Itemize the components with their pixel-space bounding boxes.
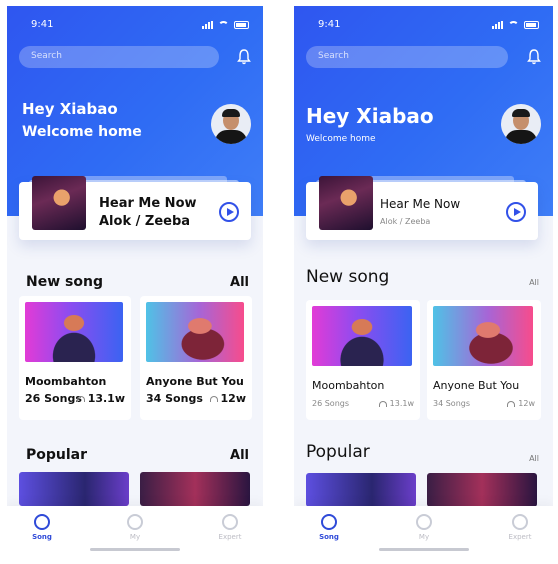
headphones-icon bbox=[507, 400, 516, 407]
tab-label: Expert bbox=[508, 533, 532, 541]
song-name: Moombahton bbox=[25, 375, 107, 388]
home-indicator bbox=[378, 548, 469, 551]
tab-expert[interactable]: Expert bbox=[200, 514, 260, 541]
popular-item[interactable] bbox=[140, 472, 250, 506]
tab-bar: Song My Expert bbox=[7, 506, 263, 558]
tab-label: My bbox=[418, 533, 430, 541]
now-playing-artist: Alok / Zeeba bbox=[380, 217, 431, 226]
tab-song[interactable]: Song bbox=[12, 514, 72, 541]
status-bar: 9:41 bbox=[318, 19, 539, 33]
greeting-title: Hey Xiabao bbox=[22, 100, 118, 118]
search-input[interactable]: Search bbox=[19, 46, 219, 68]
album-cover bbox=[319, 176, 373, 230]
album-cover bbox=[32, 176, 86, 230]
search-input[interactable]: Search bbox=[306, 46, 508, 68]
status-time: 9:41 bbox=[31, 19, 54, 30]
play-count: 13.1w bbox=[389, 399, 414, 408]
tab-label: Expert bbox=[218, 533, 242, 541]
song-card[interactable]: Moombahton 26 Songs 13.1w bbox=[19, 296, 131, 420]
popular-item[interactable] bbox=[427, 473, 537, 507]
person-icon bbox=[127, 514, 143, 530]
song-count: 34 Songs bbox=[433, 399, 471, 408]
song-cover-image bbox=[433, 306, 533, 366]
greeting-subtitle: Welcome home bbox=[306, 134, 376, 144]
greeting-subtitle: Welcome home bbox=[22, 124, 142, 140]
song-card[interactable]: Anyone But You 34 Songs 12w bbox=[140, 296, 252, 420]
headphones-icon bbox=[76, 396, 85, 402]
song-name: Anyone But You bbox=[146, 375, 244, 388]
popular-item[interactable] bbox=[306, 473, 416, 507]
tab-song[interactable]: Song bbox=[299, 514, 359, 541]
play-count: 12w bbox=[220, 392, 246, 405]
wifi-icon bbox=[218, 21, 229, 29]
status-icons bbox=[492, 21, 539, 29]
tab-bar: Song My Expert bbox=[294, 506, 553, 558]
tab-my[interactable]: My bbox=[394, 514, 454, 541]
status-bar: 9:41 bbox=[31, 19, 249, 33]
home-indicator bbox=[90, 548, 180, 551]
play-icon[interactable] bbox=[506, 202, 526, 222]
play-icon[interactable] bbox=[219, 202, 239, 222]
greeting-title: Hey Xiabao bbox=[306, 104, 434, 128]
song-count: 34 Songs bbox=[146, 392, 203, 405]
tab-expert[interactable]: Expert bbox=[490, 514, 550, 541]
song-name: Anyone But You bbox=[433, 379, 520, 392]
tab-label: Song bbox=[32, 533, 52, 541]
section-title-new-song: New song bbox=[306, 267, 390, 287]
tab-label: My bbox=[129, 533, 141, 541]
new-song-all-link[interactable]: All bbox=[230, 275, 249, 290]
person-icon bbox=[416, 514, 432, 530]
new-song-all-link[interactable]: All bbox=[529, 278, 539, 287]
music-note-icon bbox=[34, 514, 50, 530]
popular-all-link[interactable]: All bbox=[529, 454, 539, 463]
tab-my[interactable]: My bbox=[105, 514, 165, 541]
now-playing-title: Hear Me Now bbox=[380, 197, 461, 211]
section-title-popular: Popular bbox=[306, 442, 370, 462]
now-playing-card[interactable]: Hear Me Now Alok / Zeeba bbox=[306, 176, 538, 240]
section-title-popular: Popular bbox=[26, 447, 88, 463]
popular-all-link[interactable]: All bbox=[230, 448, 249, 463]
now-playing-artist: Alok / Zeeba bbox=[99, 214, 191, 229]
song-card[interactable]: Moombahton 26 Songs 13.1w bbox=[306, 300, 420, 420]
expert-icon bbox=[222, 514, 238, 530]
now-playing-card[interactable]: Hear Me Now Alok / Zeeba bbox=[19, 176, 251, 240]
expert-icon bbox=[512, 514, 528, 530]
status-icons bbox=[202, 21, 249, 29]
song-cover-image bbox=[146, 302, 244, 362]
play-count: 12w bbox=[518, 399, 535, 408]
avatar[interactable] bbox=[501, 104, 541, 144]
headphones-icon bbox=[209, 396, 218, 402]
song-card[interactable]: Anyone But You 34 Songs 12w bbox=[427, 300, 541, 420]
song-cover-image bbox=[312, 306, 412, 366]
avatar[interactable] bbox=[211, 104, 251, 144]
bell-icon[interactable] bbox=[237, 49, 251, 65]
headphones-icon bbox=[378, 400, 387, 407]
phone-screen-left: 9:41 Search Hey Xiabao Welcome home Hear… bbox=[7, 6, 263, 558]
song-count: 26 Songs bbox=[25, 392, 82, 405]
music-note-icon bbox=[321, 514, 337, 530]
battery-icon bbox=[524, 21, 539, 29]
song-cover-image bbox=[25, 302, 123, 362]
signal-icon bbox=[202, 21, 213, 29]
section-title-new-song: New song bbox=[26, 274, 103, 290]
signal-icon bbox=[492, 21, 503, 29]
song-name: Moombahton bbox=[312, 379, 385, 392]
play-count: 13.1w bbox=[87, 392, 125, 405]
battery-icon bbox=[234, 21, 249, 29]
tab-label: Song bbox=[319, 533, 339, 541]
status-time: 9:41 bbox=[318, 19, 341, 30]
song-count: 26 Songs bbox=[312, 399, 350, 408]
wifi-icon bbox=[508, 21, 519, 29]
bell-icon[interactable] bbox=[527, 49, 541, 65]
phone-screen-right: 9:41 Search Hey Xiabao Welcome home Hear… bbox=[294, 6, 553, 558]
popular-item[interactable] bbox=[19, 472, 129, 506]
now-playing-title: Hear Me Now bbox=[99, 196, 197, 211]
